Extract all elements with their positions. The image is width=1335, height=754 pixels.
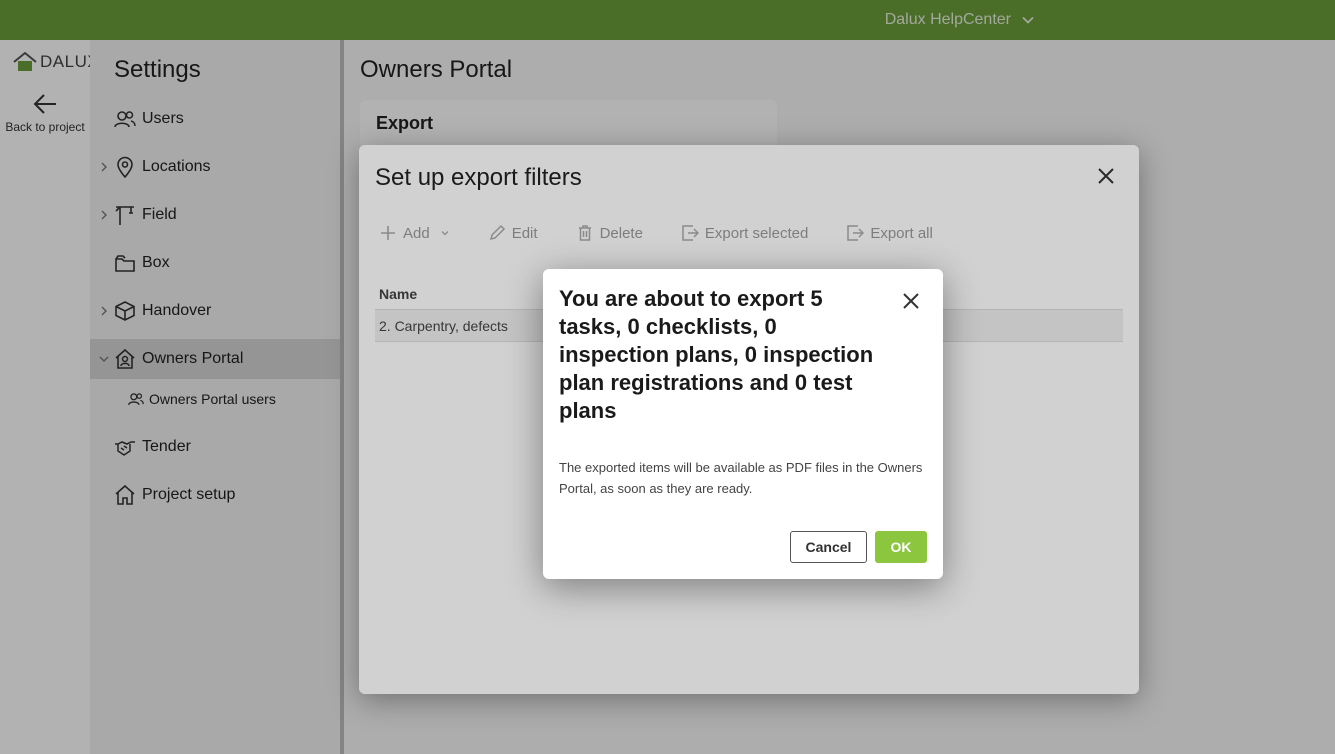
cancel-button[interactable]: Cancel (790, 531, 867, 563)
dialog-title: You are about to export 5 tasks, 0 check… (559, 286, 874, 423)
close-icon[interactable] (900, 290, 922, 312)
dialog-body: The exported items will be available as … (559, 460, 923, 496)
ok-button[interactable]: OK (875, 531, 927, 563)
export-confirm-dialog: You are about to export 5 tasks, 0 check… (543, 269, 943, 579)
